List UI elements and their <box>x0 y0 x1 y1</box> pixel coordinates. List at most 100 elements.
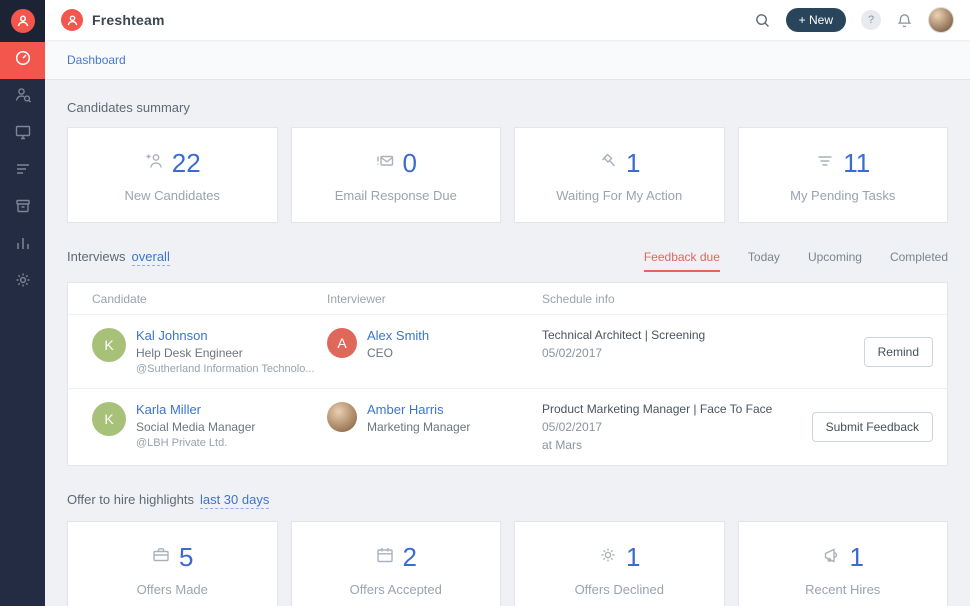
candidate-title: Social Media Manager <box>136 420 256 434</box>
brand: Freshteam <box>61 9 165 31</box>
person-search-icon <box>14 86 32 109</box>
candidate-avatar: K <box>92 328 126 362</box>
bar-chart-icon <box>14 234 32 257</box>
schedule-location: at Mars <box>542 438 583 452</box>
recent-hires-label: Recent Hires <box>805 581 881 597</box>
schedule-cell: Technical Architect | Screening 05/02/20… <box>542 328 793 360</box>
tab-completed[interactable]: Completed <box>890 250 948 272</box>
table-row: K Kal Johnson Help Desk Engineer @Suther… <box>68 315 947 388</box>
task-list-icon <box>815 151 835 176</box>
card-recent-hires[interactable]: 1 Recent Hires <box>737 521 948 606</box>
interviewer-cell: A Alex Smith CEO <box>327 328 542 360</box>
interviewer-title: CEO <box>367 346 394 360</box>
schedule-cell: Product Marketing Manager | Face To Face… <box>542 402 793 452</box>
card-email-response-due[interactable]: 0 Email Response Due <box>290 127 501 223</box>
interviewer-avatar: A <box>327 328 357 358</box>
candidate-name-link[interactable]: Karla Miller <box>136 402 255 417</box>
my-pending-tasks-value: 11 <box>843 147 871 178</box>
email-alert-icon <box>375 151 395 176</box>
candidate-name-link[interactable]: Kal Johnson <box>136 328 315 343</box>
card-offers-made[interactable]: 5 Offers Made <box>67 521 278 606</box>
card-offers-declined[interactable]: 1 Offers Declined <box>514 521 725 606</box>
schedule-date: 05/02/2017 <box>542 346 603 360</box>
user-avatar[interactable] <box>928 7 954 33</box>
sidebar <box>0 0 45 606</box>
gear-flower-icon <box>598 545 618 570</box>
megaphone-icon <box>822 545 842 570</box>
column-schedule-info: Schedule info <box>542 291 615 306</box>
interviewer-avatar <box>327 402 357 432</box>
candidate-company: @Sutherland Information Technolo... <box>136 363 315 375</box>
search-icon[interactable] <box>754 12 771 29</box>
offers-accepted-label: Offers Accepted <box>349 581 442 597</box>
interviews-table: Candidate Interviewer Schedule info K Ka… <box>67 282 948 466</box>
gavel-icon <box>598 151 618 176</box>
gear-icon <box>14 271 32 294</box>
interviewer-name-link[interactable]: Amber Harris <box>367 402 470 417</box>
dashboard-content: Candidates summary 22 New Candidates 0 E… <box>45 80 970 606</box>
candidate-title: Help Desk Engineer <box>136 346 243 360</box>
candidate-cell: K Kal Johnson Help Desk Engineer @Suther… <box>92 328 327 375</box>
offers-declined-value: 1 <box>626 541 641 572</box>
sidebar-item-reports[interactable] <box>0 227 45 264</box>
table-header-row: Candidate Interviewer Schedule info <box>68 283 947 315</box>
card-new-candidates[interactable]: 22 New Candidates <box>67 127 278 223</box>
candidate-cell: K Karla Miller Social Media Manager @LBH… <box>92 402 327 449</box>
main-area: Freshteam + New ? Dashboard Candidates s… <box>45 0 970 606</box>
top-header: Freshteam + New ? <box>45 0 970 40</box>
interviewer-name-link[interactable]: Alex Smith <box>367 328 429 343</box>
remind-button[interactable]: Remind <box>863 336 933 367</box>
card-offers-accepted[interactable]: 2 Offers Accepted <box>290 521 501 606</box>
email-response-due-value: 0 <box>402 147 417 178</box>
candidates-summary-cards: 22 New Candidates 0 Email Response Due 1… <box>67 127 948 223</box>
interviewer-title: Marketing Manager <box>367 420 471 434</box>
sidebar-item-archive[interactable] <box>0 190 45 227</box>
sidebar-item-candidates[interactable] <box>0 79 45 116</box>
offers-filter-dropdown[interactable]: last 30 days <box>199 492 270 509</box>
dashboard-icon <box>14 49 32 72</box>
offers-declined-label: Offers Declined <box>574 581 664 597</box>
card-waiting-for-my-action[interactable]: 1 Waiting For My Action <box>514 127 725 223</box>
offers-made-value: 5 <box>179 541 194 572</box>
app-title: Freshteam <box>92 12 165 28</box>
list-lines-icon <box>14 160 32 183</box>
recent-hires-value: 1 <box>849 541 864 572</box>
column-candidate: Candidate <box>92 291 147 306</box>
breadcrumb-dashboard[interactable]: Dashboard <box>67 53 126 67</box>
schedule-position: Technical Architect | Screening <box>542 328 706 342</box>
email-response-due-label: Email Response Due <box>334 187 457 203</box>
new-candidates-label: New Candidates <box>124 187 220 203</box>
sidebar-item-settings[interactable] <box>0 264 45 301</box>
interviews-filter-dropdown[interactable]: overall <box>131 249 170 266</box>
sidebar-item-tasks[interactable] <box>0 153 45 190</box>
new-button[interactable]: + New <box>785 8 846 32</box>
tab-today[interactable]: Today <box>748 250 780 272</box>
offers-title: Offer to hire highlights <box>67 492 194 507</box>
bell-icon[interactable] <box>896 12 913 29</box>
freshteam-logo-icon <box>10 9 35 33</box>
header-actions: + New ? <box>754 7 954 33</box>
sidebar-logo[interactable] <box>0 0 45 42</box>
table-row: K Karla Miller Social Media Manager @LBH… <box>68 388 947 465</box>
tab-upcoming[interactable]: Upcoming <box>808 250 862 272</box>
card-my-pending-tasks[interactable]: 11 My Pending Tasks <box>737 127 948 223</box>
interviews-tabs: Feedback due Today Upcoming Completed <box>643 250 948 272</box>
calendar-icon <box>375 545 395 570</box>
offers-cards: 5 Offers Made 2 Offers Accepted 1 Offers… <box>67 521 948 606</box>
sidebar-item-screen[interactable] <box>0 116 45 153</box>
interviews-header: Interviews overall Feedback due Today Up… <box>67 249 948 272</box>
offers-accepted-value: 2 <box>402 541 417 572</box>
interviewer-cell: Amber Harris Marketing Manager <box>327 402 542 434</box>
help-button[interactable]: ? <box>861 10 881 30</box>
tab-feedback-due[interactable]: Feedback due <box>643 250 720 272</box>
submit-feedback-button[interactable]: Submit Feedback <box>811 412 933 442</box>
box-icon <box>14 197 32 220</box>
candidate-avatar: K <box>92 402 126 436</box>
sidebar-item-dashboard[interactable] <box>0 42 45 79</box>
waiting-for-my-action-value: 1 <box>626 147 641 178</box>
offers-made-label: Offers Made <box>136 581 208 597</box>
monitor-icon <box>14 123 32 146</box>
freshteam-app: Freshteam + New ? Dashboard Candidates s… <box>0 0 970 606</box>
new-candidates-value: 22 <box>171 147 201 178</box>
brand-logo-icon <box>61 9 83 31</box>
